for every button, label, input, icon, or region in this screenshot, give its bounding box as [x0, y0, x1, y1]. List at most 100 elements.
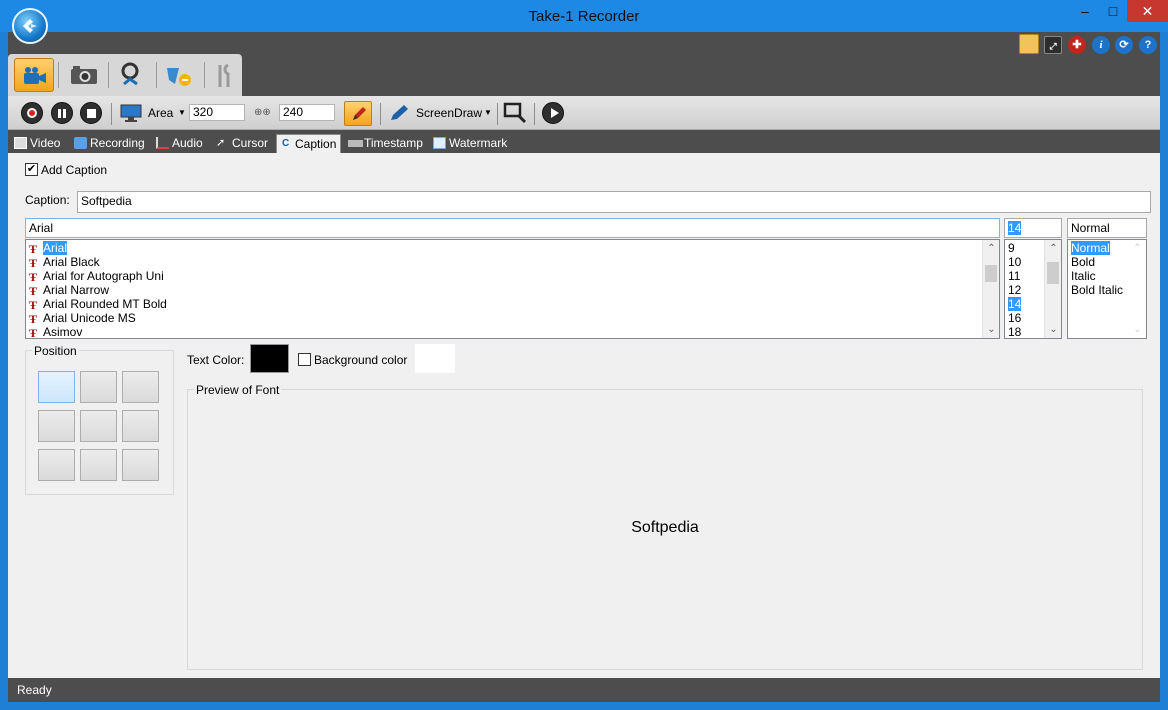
timestamp-icon [348, 140, 363, 147]
video-mode-button[interactable] [14, 58, 54, 92]
position-middle-right[interactable] [122, 410, 159, 442]
style-list[interactable]: Normal Bold Italic Bold Italic ⌃ ⌄ [1067, 239, 1147, 339]
link-dimensions-icon[interactable]: ⊕⊕ [254, 105, 271, 121]
font-list-item[interactable]: Ŧ Arial Black [26, 255, 982, 269]
tab-cursor[interactable]: ➚ Cursor [214, 134, 268, 153]
screendraw-dropdown[interactable]: ScreenDraw [416, 105, 482, 121]
position-middle-center[interactable] [80, 410, 117, 442]
snapshot-mode-button[interactable] [64, 58, 104, 92]
minimize-button[interactable]: – [1071, 0, 1099, 22]
tab-caption[interactable]: C Caption [276, 134, 342, 153]
style-input[interactable]: Normal [1067, 218, 1147, 238]
tab-video[interactable]: Video [12, 134, 60, 153]
height-input[interactable]: 240 [279, 104, 335, 121]
info-icon[interactable]: i [1092, 36, 1110, 54]
record-button[interactable] [21, 102, 43, 124]
font-list-item[interactable]: Ŧ Arial Narrow [26, 283, 982, 297]
update-icon[interactable]: ⟳ [1115, 36, 1133, 54]
text-color-swatch[interactable] [250, 344, 289, 373]
size-input[interactable]: 14 [1004, 218, 1062, 238]
background-color-checkbox[interactable] [298, 353, 311, 366]
truetype-font-icon: Ŧ [29, 270, 38, 284]
font-list-item[interactable]: Ŧ Arial for Autograph Uni [26, 269, 982, 283]
font-list-item-label: Arial Black [43, 255, 100, 269]
mode-separator [58, 62, 59, 88]
position-top-center[interactable] [80, 371, 117, 403]
background-color-swatch[interactable] [415, 344, 455, 373]
size-list[interactable]: 9 10 11 12 14 16 18 ⌃ ⌄ [1004, 239, 1062, 339]
scroll-down-arrow-icon[interactable]: ⌄ [1045, 321, 1061, 338]
font-list-item-label: Arial Narrow [43, 283, 110, 297]
scroll-down-arrow-icon[interactable]: ⌄ [983, 321, 999, 338]
webcam-mode-button[interactable] [112, 58, 152, 92]
fullscreen-icon[interactable]: ⤢ [1044, 36, 1062, 54]
style-list-item[interactable]: Normal [1068, 241, 1130, 255]
help-lifebuoy-icon[interactable]: ✚ [1068, 36, 1086, 54]
position-bottom-center[interactable] [80, 449, 117, 481]
position-middle-left[interactable] [38, 410, 75, 442]
schedule-mode-button[interactable] [158, 58, 198, 92]
size-list-item[interactable]: 9 [1005, 241, 1045, 255]
font-input[interactable]: Arial [25, 218, 1000, 238]
tab-timestamp[interactable]: Timestamp [346, 134, 423, 153]
area-dropdown[interactable]: Area [148, 105, 173, 121]
tab-label: Video [30, 136, 61, 150]
position-bottom-right[interactable] [122, 449, 159, 481]
style-list-item[interactable]: Bold [1068, 255, 1130, 269]
scroll-down-arrow-icon[interactable]: ⌄ [1129, 321, 1146, 338]
size-list-item-label: 12 [1008, 283, 1022, 297]
truetype-font-icon: Ŧ [29, 256, 38, 270]
monitor-icon [120, 104, 142, 122]
size-list-item[interactable]: 18 [1005, 325, 1045, 338]
toolbar-separator [534, 103, 535, 125]
font-list-item[interactable]: Ŧ Arial [26, 241, 982, 255]
app-logo-icon[interactable] [12, 8, 48, 44]
size-list-item[interactable]: 12 [1005, 283, 1045, 297]
width-input[interactable]: 320 [189, 104, 245, 121]
font-list-scrollbar[interactable]: ⌃ ⌄ [982, 240, 999, 338]
style-list-item[interactable]: Italic [1068, 269, 1130, 283]
size-list-item[interactable]: 10 [1005, 255, 1045, 269]
maximize-button[interactable]: □ [1099, 0, 1127, 22]
add-caption-label: Add Caption [41, 163, 108, 177]
tab-watermark[interactable]: Watermark [431, 134, 507, 153]
font-list[interactable]: Ŧ Arial Ŧ Arial Black Ŧ Arial for Autograph U… [25, 239, 1000, 339]
play-button[interactable] [542, 102, 564, 124]
scroll-up-arrow-icon[interactable]: ⌃ [1045, 240, 1061, 257]
style-list-item-label: Bold Italic [1071, 283, 1124, 297]
mode-separator [108, 62, 109, 88]
position-bottom-left[interactable] [38, 449, 75, 481]
font-list-item[interactable]: Ŧ Arial Unicode MS [26, 311, 982, 325]
tools-mode-button[interactable] [204, 58, 244, 92]
window-mode-icon[interactable] [1019, 34, 1039, 54]
font-list-item[interactable]: Ŧ Asimov [26, 325, 982, 338]
stop-button[interactable] [80, 102, 102, 124]
scroll-up-arrow-icon[interactable]: ⌃ [1129, 240, 1146, 257]
recording-icon [74, 137, 87, 149]
audio-icon [156, 137, 169, 149]
scrollbar-thumb[interactable] [1047, 262, 1059, 284]
tab-recording[interactable]: Recording [72, 134, 145, 153]
size-list-item-label: 11 [1008, 269, 1021, 283]
style-list-item[interactable]: Bold Italic [1068, 283, 1130, 297]
size-list-scrollbar[interactable]: ⌃ ⌄ [1044, 240, 1061, 338]
help-icon[interactable]: ? [1139, 36, 1157, 54]
caption-input[interactable]: Softpedia [77, 191, 1151, 213]
scrollbar-thumb[interactable] [985, 265, 997, 282]
size-list-item[interactable]: 16 [1005, 311, 1045, 325]
position-top-left[interactable] [38, 371, 75, 403]
tab-audio[interactable]: Audio [154, 134, 203, 153]
pause-button[interactable] [51, 102, 73, 124]
magnifier-icon[interactable] [503, 102, 527, 124]
font-list-item[interactable]: Ŧ Arial Rounded MT Bold [26, 297, 982, 311]
size-list-item[interactable]: 14 [1005, 297, 1045, 311]
area-dropdown-arrow-icon[interactable]: ▼ [178, 105, 186, 121]
style-list-scrollbar[interactable]: ⌃ ⌄ [1129, 240, 1146, 338]
size-list-item[interactable]: 11 [1005, 269, 1045, 283]
pen-toggle-button[interactable] [344, 101, 372, 126]
close-button[interactable]: ✕ [1127, 0, 1168, 22]
screendraw-dropdown-arrow-icon[interactable]: ▼ [484, 105, 492, 121]
add-caption-checkbox[interactable]: ✔ [25, 163, 38, 176]
scroll-up-arrow-icon[interactable]: ⌃ [983, 240, 999, 257]
position-top-right[interactable] [122, 371, 159, 403]
